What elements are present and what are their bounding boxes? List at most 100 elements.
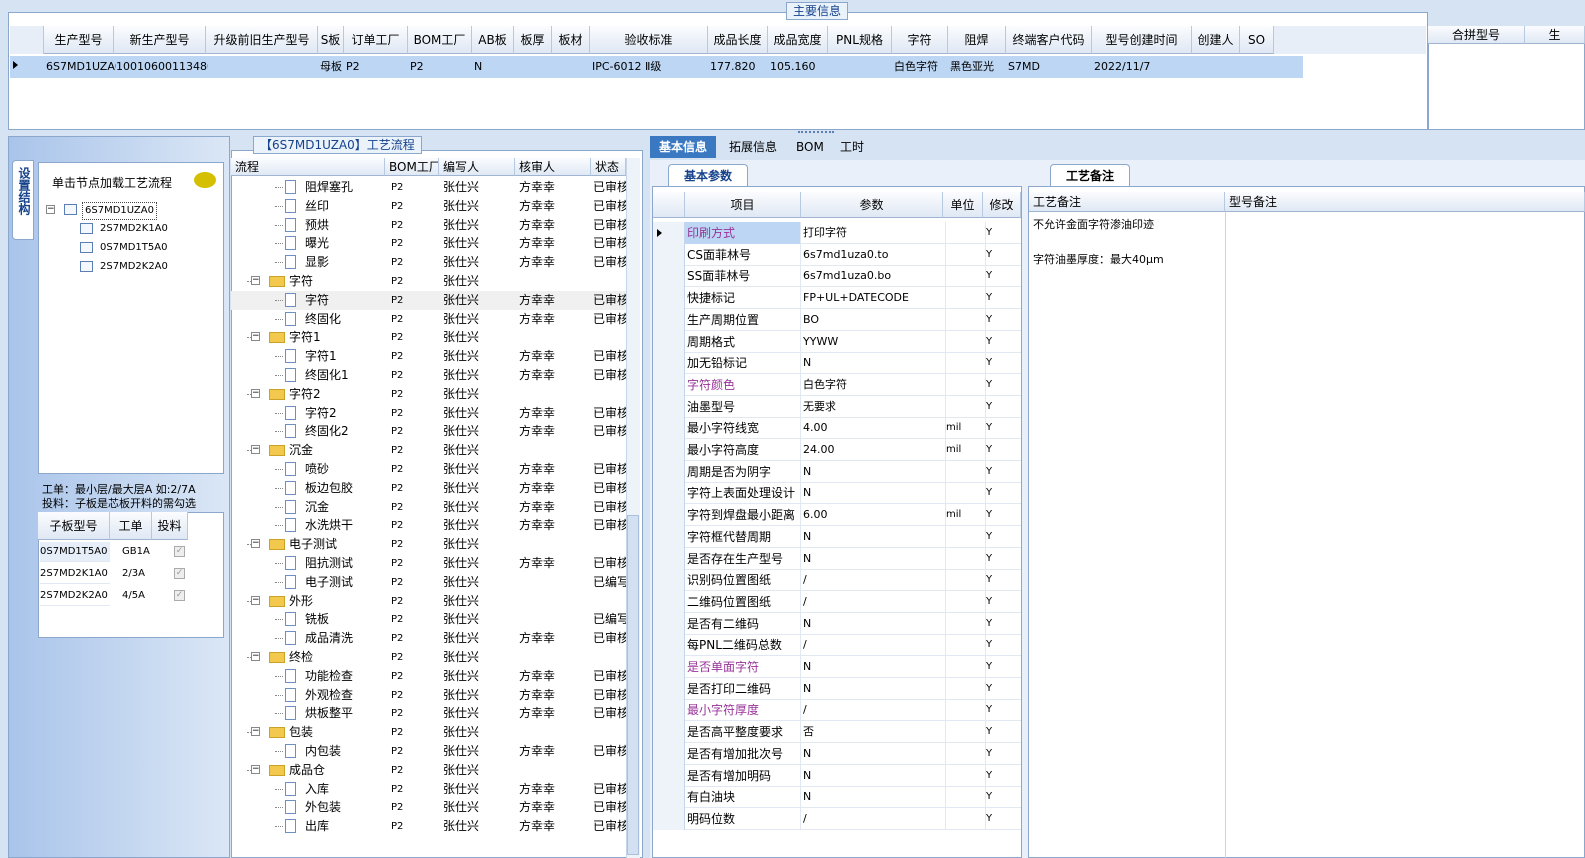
flow-row[interactable]: 水洗烘干 P2 张仕兴 方幸幸 已审核 (231, 516, 626, 535)
flow-row[interactable]: − 字符1 P2 张仕兴 (231, 328, 626, 347)
tree-node[interactable]: 0S7MD1T5A0 (98, 240, 169, 256)
flow-step-name[interactable]: 成品仓 (289, 761, 325, 780)
tree-node[interactable]: 6S7MD1UZA0 (82, 202, 157, 220)
flow-step-name[interactable]: 丝印 (305, 197, 329, 216)
collapse-icon[interactable]: − (251, 764, 260, 774)
flow-step-name[interactable]: 终固化 (305, 310, 341, 329)
flow-row[interactable]: 终固化1 P2 张仕兴 方幸幸 已审核 (231, 366, 626, 385)
sub-board-id[interactable]: 2S7MD2K2A0 (40, 586, 110, 606)
flow-step-name[interactable]: 外观检查 (305, 686, 353, 705)
flow-step-name[interactable]: 出库 (305, 817, 329, 836)
flow-step-name[interactable]: 终检 (289, 648, 313, 667)
flow-step-name[interactable]: 字符 (289, 272, 313, 291)
param-value[interactable]: 无要求 (803, 396, 943, 418)
sub-col-header[interactable]: 工单 (110, 512, 152, 540)
remark-text-1[interactable]: 不允许金面字符渗油印迹 (1033, 216, 1154, 232)
flow-row[interactable]: 显影 P2 张仕兴 方幸幸 已审核 (231, 253, 626, 272)
param-name[interactable]: 快捷标记 (685, 287, 801, 310)
flow-row[interactable]: 字符2 P2 张仕兴 方幸幸 已审核 (231, 404, 626, 423)
flow-step-name[interactable]: 终固化1 (305, 366, 349, 385)
param-row[interactable]: 识别码位置图纸 / Y (653, 569, 1021, 592)
param-name[interactable]: 周期格式 (685, 330, 801, 353)
param-value[interactable]: N (803, 786, 943, 808)
sub-board-id[interactable]: 2S7MD2K1A0 (40, 564, 110, 584)
flow-step-name[interactable]: 电子测试 (305, 573, 353, 592)
param-value[interactable]: N (803, 548, 943, 570)
param-value[interactable]: BO (803, 309, 943, 331)
flow-row[interactable]: 字符1 P2 张仕兴 方幸幸 已审核 (231, 347, 626, 366)
flow-row[interactable]: 铣板 P2 张仕兴 已编写 (231, 610, 626, 629)
main-info-row[interactable]: 6S7MD1UZA0 10010600113480 母板 P2 P2 N IPC-6012 … (10, 56, 1303, 78)
remark-text-2[interactable]: 字符油墨厚度：最大40μm (1033, 251, 1164, 267)
param-value[interactable]: 白色字符 (803, 374, 943, 396)
main-col-header[interactable]: S板 (318, 26, 344, 54)
main-cell[interactable]: IPC-6012 Ⅱ级 (592, 56, 710, 78)
flow-step-name[interactable]: 终固化2 (305, 422, 349, 441)
collapse-icon[interactable]: − (251, 652, 260, 661)
remark-tab[interactable]: 工艺备注 (1050, 164, 1130, 186)
collapse-icon[interactable]: − (251, 595, 260, 605)
param-row[interactable]: 二维码位置图纸 / Y (653, 590, 1021, 613)
main-col-header[interactable]: 生产型号 (44, 26, 114, 54)
param-value[interactable]: N (803, 678, 943, 700)
param-value[interactable]: 6.00 (803, 504, 943, 526)
param-row[interactable]: 是否单面字符 N Y (653, 656, 1021, 678)
param-col-header[interactable]: 项目 (685, 192, 801, 218)
param-name[interactable]: 识别码位置图纸 (685, 569, 801, 592)
flow-row[interactable]: − 沉金 P2 张仕兴 (231, 441, 626, 460)
flow-row[interactable]: − 包装 P2 张仕兴 (231, 723, 626, 742)
flow-row[interactable]: − 外形 P2 张仕兴 (231, 592, 626, 611)
flow-step-name[interactable]: 字符2 (289, 385, 321, 404)
flow-step-name[interactable]: 字符2 (305, 404, 337, 423)
flow-step-name[interactable]: 电子测试 (289, 535, 337, 554)
flow-step-name[interactable]: 预烘 (305, 216, 329, 235)
param-row[interactable]: 是否高平整度要求否 Y (653, 721, 1021, 744)
param-value[interactable]: N (803, 613, 943, 635)
main-col-header[interactable]: BOM工厂 (408, 26, 472, 54)
param-value[interactable]: / (803, 699, 943, 721)
flow-step-name[interactable]: 入库 (305, 780, 329, 799)
flow-row[interactable]: 丝印 P2 张仕兴 方幸幸 已审核 (231, 197, 626, 216)
flow-scroll-thumb[interactable] (627, 515, 639, 855)
param-value[interactable]: 4.00 (803, 417, 943, 439)
main-cell[interactable]: S7MD (1008, 56, 1094, 78)
feed-checkbox[interactable]: ✓ (174, 546, 185, 557)
right-tab[interactable]: 基本信息 (650, 136, 716, 158)
main-col-header[interactable]: 板厚 (514, 26, 552, 54)
param-value[interactable]: 打印字符 (803, 222, 943, 244)
flow-step-name[interactable]: 字符1 (305, 347, 337, 366)
param-value[interactable]: N (803, 656, 943, 678)
flow-step-name[interactable]: 曝光 (305, 234, 329, 253)
sub-board-id[interactable]: 0S7MD1T5A0 (40, 542, 110, 562)
right-tab[interactable]: 工时 (832, 136, 872, 158)
param-name[interactable]: 是否打印二维码 (685, 677, 801, 700)
main-col-header[interactable]: 字符 (892, 26, 948, 54)
tree-node[interactable]: 2S7MD2K1A0 (98, 221, 170, 237)
flow-col-header[interactable]: 流程 (231, 158, 385, 176)
param-row[interactable]: SS面菲林号 6s7md1uza0.bo Y (653, 265, 1021, 288)
flow-tree-grid[interactable]: 阻焊塞孔 P2 张仕兴 方幸幸 已审核 丝印 P2 张仕兴 方幸幸 已审核 预烘 P2 张仕兴 方幸幸 已审… (231, 178, 626, 858)
sub-board-order[interactable]: 4/5A (122, 586, 145, 606)
param-name[interactable]: 是否单面字符 (685, 656, 801, 678)
param-name[interactable]: 是否存在生产型号 (685, 547, 801, 570)
param-col-header[interactable]: 修改 (983, 192, 1021, 218)
flow-row[interactable]: − 字符2 P2 张仕兴 (231, 385, 626, 404)
param-name[interactable]: 是否有增加批次号 (685, 742, 801, 765)
param-value[interactable]: N (803, 765, 943, 787)
flow-row[interactable]: 阻抗测试 P2 张仕兴 方幸幸 已审核 (231, 554, 626, 573)
flow-row[interactable]: 曝光 P2 张仕兴 方幸幸 已审核 (231, 234, 626, 253)
param-row[interactable]: 生产周期位置 BO Y (653, 308, 1021, 331)
param-row[interactable]: 有白油块 N Y (653, 786, 1021, 809)
flow-step-name[interactable]: 功能检查 (305, 667, 353, 686)
param-name[interactable]: 印刷方式 (685, 222, 801, 244)
main-cell[interactable]: 2022/11/7 (1094, 56, 1194, 78)
param-value[interactable]: / (803, 591, 943, 613)
merge-col-header[interactable]: 合拼型号 (1428, 26, 1525, 44)
main-cell[interactable]: 白色字符 (894, 56, 950, 78)
main-col-header[interactable]: 成品长度 (708, 26, 768, 54)
flow-step-name[interactable]: 阻抗测试 (305, 554, 353, 573)
flow-row[interactable]: 终固化 P2 张仕兴 方幸幸 已审核 (231, 310, 626, 329)
main-cell[interactable]: 105.160 (770, 56, 830, 78)
param-row[interactable]: 每PNL二维码总数 / Y (653, 634, 1021, 657)
param-value[interactable]: YYWW (803, 331, 943, 353)
